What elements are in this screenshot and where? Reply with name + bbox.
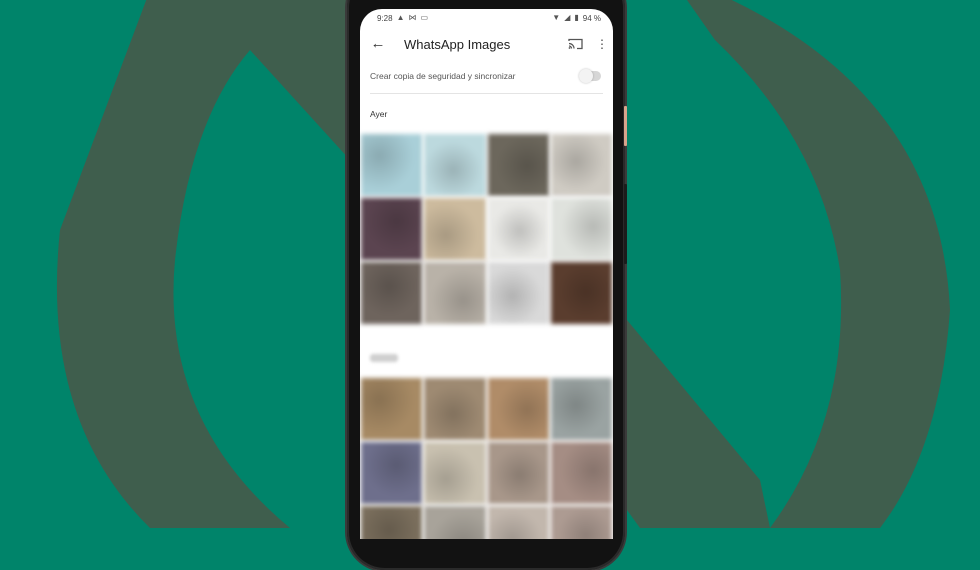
photo-thumbnail[interactable] (487, 262, 549, 324)
cloud-icon: ▲ (396, 13, 405, 22)
photo-thumbnail[interactable] (424, 134, 486, 196)
status-time: 9:28 (377, 13, 393, 23)
photo-grid (360, 134, 613, 324)
cast-notification-icon: ▭ (420, 13, 429, 22)
logo-ring-right (627, 0, 950, 528)
backup-sync-label: Crear copia de seguridad y sincronizar (370, 71, 516, 81)
arrow-left-icon[interactable]: ← (370, 36, 386, 52)
mail-icon: ⋈ (408, 13, 417, 22)
toggle-knob (579, 69, 593, 83)
photo-thumbnail[interactable] (361, 134, 423, 196)
photo-thumbnail[interactable] (424, 378, 486, 440)
photo-thumbnail[interactable] (487, 442, 549, 504)
photo-thumbnail[interactable] (487, 506, 549, 539)
power-button (624, 106, 627, 146)
photo-thumbnail[interactable] (550, 442, 612, 504)
photo-thumbnail[interactable] (424, 198, 486, 260)
section-label: Ayer (370, 109, 388, 119)
photo-sections: Ayer (360, 94, 613, 539)
photo-thumbnail[interactable] (487, 134, 549, 196)
photo-thumbnail[interactable] (424, 506, 486, 539)
more-vert-icon[interactable]: ⋮ (596, 36, 608, 52)
section-label-blurred (370, 354, 398, 362)
photo-thumbnail[interactable] (424, 442, 486, 504)
photo-thumbnail[interactable] (361, 378, 423, 440)
cast-icon[interactable] (568, 38, 583, 50)
battery-icon: ▮ (574, 13, 579, 22)
wifi-icon: ▼ (552, 13, 561, 22)
photo-thumbnail[interactable] (550, 262, 612, 324)
volume-button (624, 184, 627, 264)
app-bar: ← WhatsApp Images ⋮ (360, 27, 613, 63)
battery-level: 94 % (582, 13, 601, 23)
photo-grid (360, 378, 613, 539)
status-bar: 9:28 ▲ ⋈ ▭ ▼ ◢ ▮ 94 % (360, 9, 613, 27)
backup-sync-toggle[interactable] (579, 69, 601, 83)
photo-thumbnail[interactable] (361, 262, 423, 324)
photo-thumbnail[interactable] (361, 506, 423, 539)
photo-thumbnail[interactable] (361, 198, 423, 260)
photo-thumbnail[interactable] (550, 198, 612, 260)
page-title: WhatsApp Images (404, 37, 511, 52)
photo-thumbnail[interactable] (550, 378, 612, 440)
photo-thumbnail[interactable] (487, 378, 549, 440)
photo-thumbnail[interactable] (487, 198, 549, 260)
logo-ring-left (56, 0, 350, 528)
photo-thumbnail[interactable] (550, 506, 612, 539)
backup-sync-row[interactable]: Crear copia de seguridad y sincronizar (360, 63, 613, 93)
phone-screen: 9:28 ▲ ⋈ ▭ ▼ ◢ ▮ 94 % ← WhatsApp Images … (360, 9, 613, 539)
signal-icon: ◢ (564, 13, 571, 22)
section-header: Ayer (360, 94, 613, 134)
photo-thumbnail[interactable] (361, 442, 423, 504)
section-header (360, 334, 613, 378)
photo-thumbnail[interactable] (550, 134, 612, 196)
photo-thumbnail[interactable] (424, 262, 486, 324)
